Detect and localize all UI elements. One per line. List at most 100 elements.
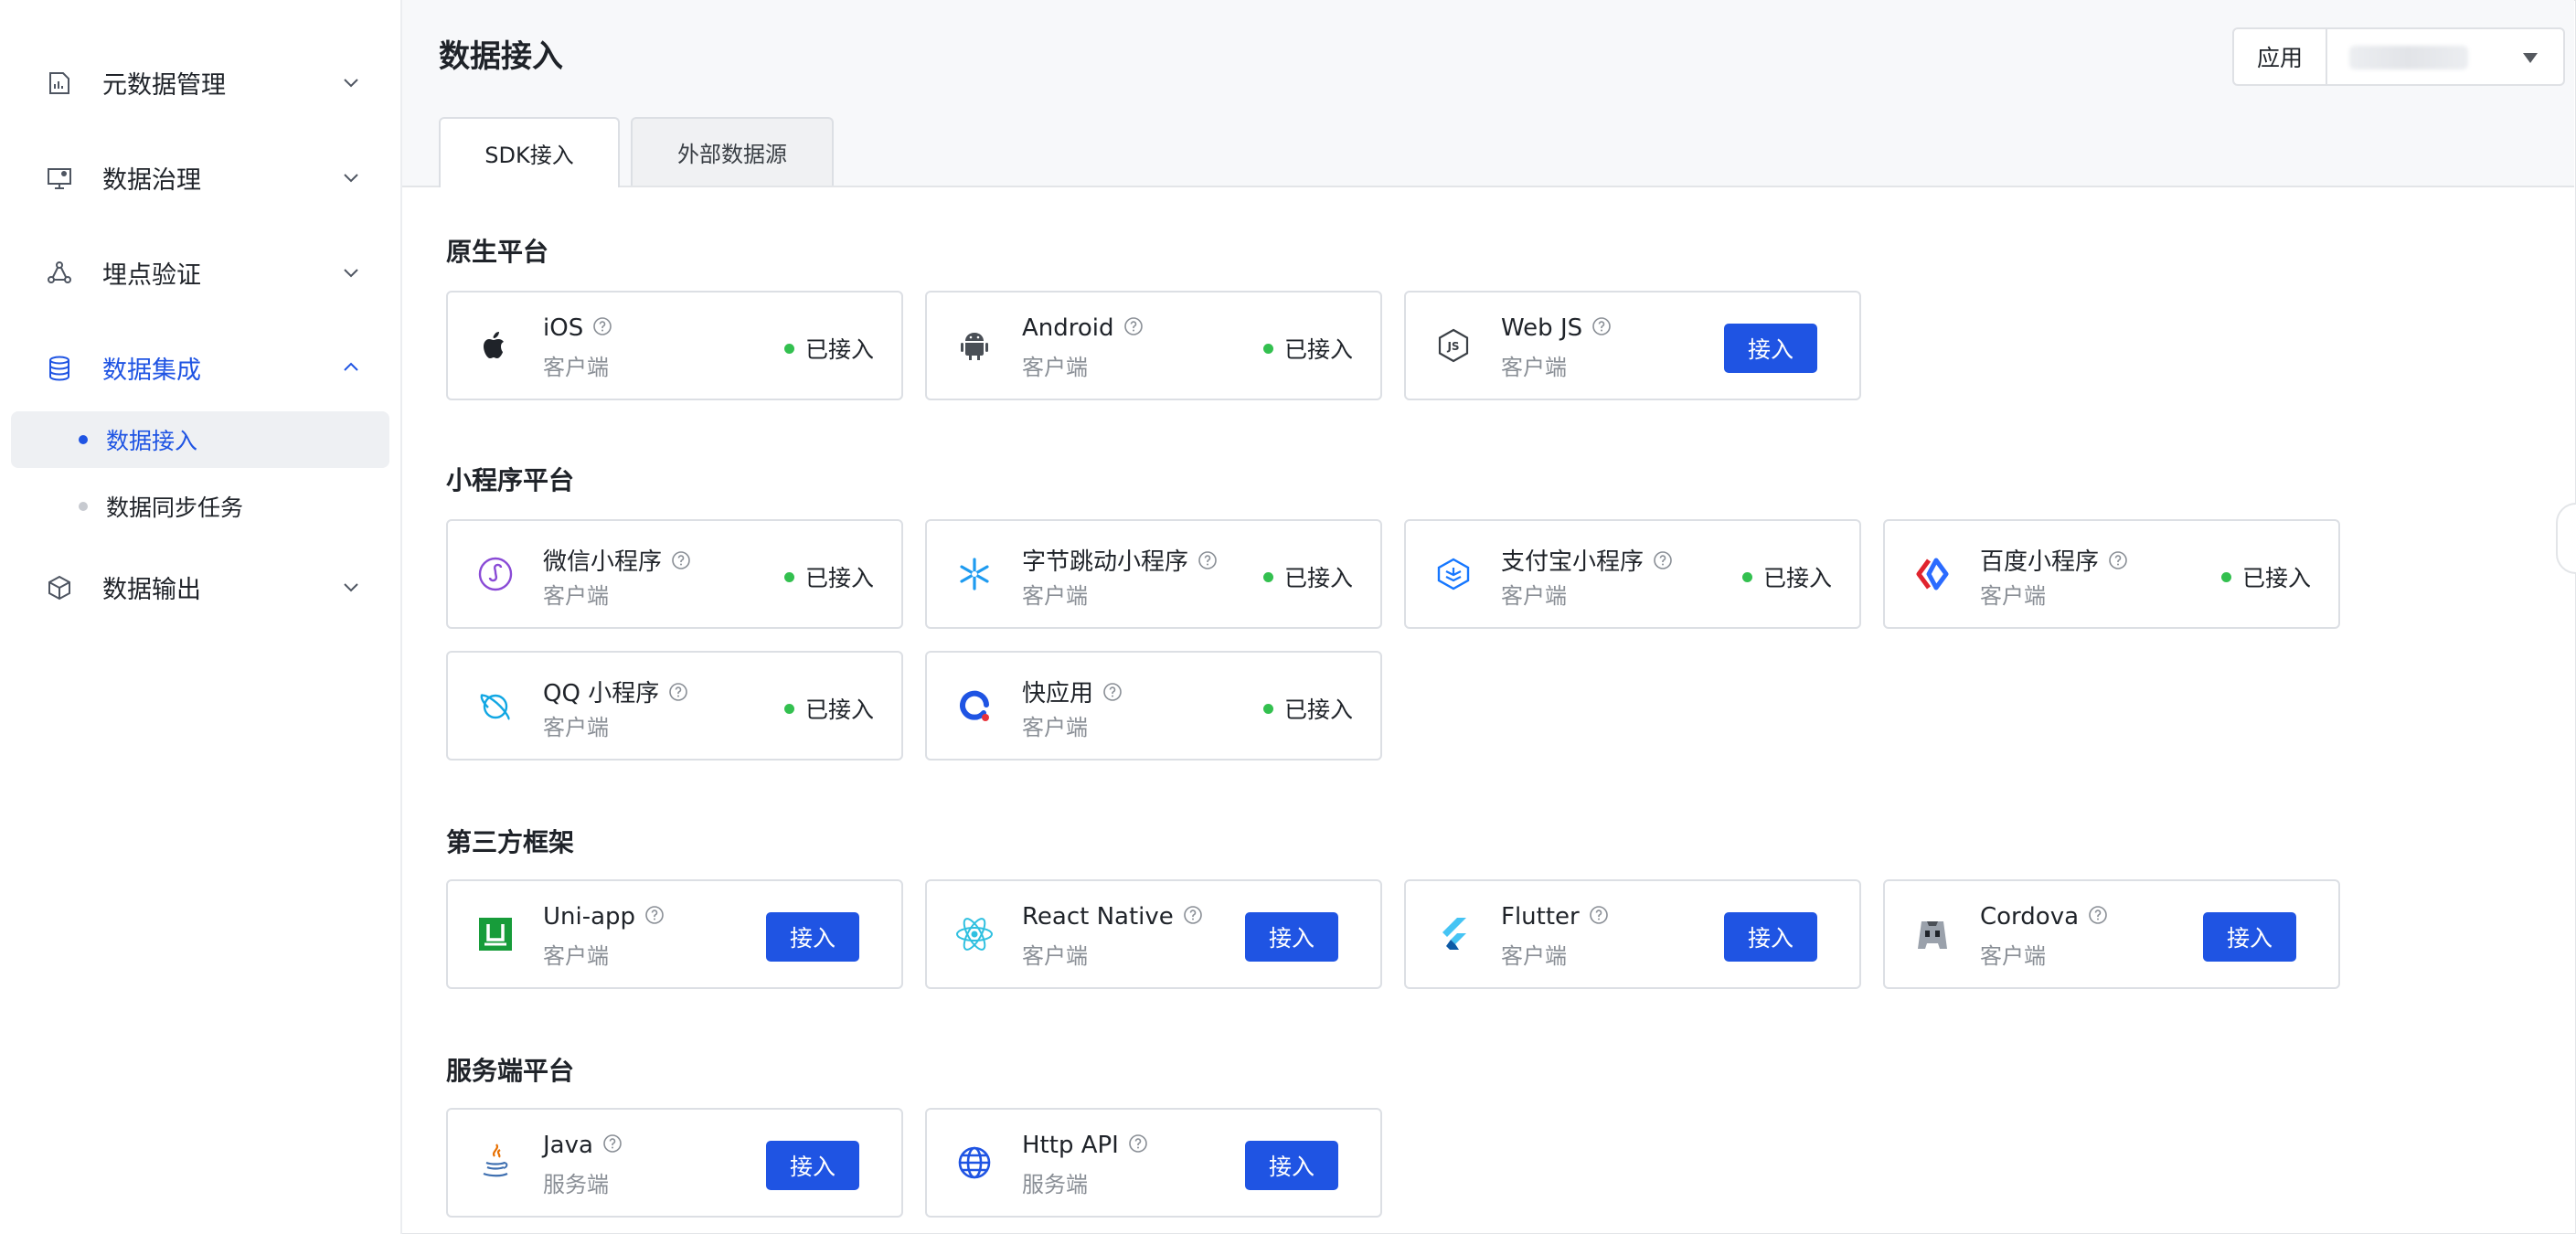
help-icon[interactable] [1591,316,1612,336]
help-icon[interactable] [1123,316,1144,336]
help-icon[interactable] [592,316,612,336]
card-type: 客户端 [1022,583,1088,609]
sidebar-item-data-integration[interactable]: 数据集成 [0,335,400,400]
tab-sdk[interactable]: SDK接入 [439,117,620,187]
connect-button[interactable]: 接入 [766,912,859,962]
help-icon[interactable] [1198,550,1218,570]
sidebar-subitem-label: 数据同步任务 [106,495,244,521]
card-type: 客户端 [543,355,609,380]
section-title-server: 服务端平台 [446,1056,575,1086]
react-icon [954,914,995,954]
status-connected: 已接入 [1262,332,1353,365]
sidebar-subitem-label: 数据接入 [106,428,198,454]
bytedance-miniprogram-icon [954,554,995,594]
card-type: 客户端 [1501,355,1567,380]
status-connected: 已接入 [1741,560,1832,593]
help-icon[interactable] [1653,550,1673,570]
sidebar-subitem-sync-tasks[interactable]: 数据同步任务 [11,478,389,535]
card-type: 客户端 [1501,943,1567,969]
status-dot [1262,571,1273,582]
section-title-miniprogram: 小程序平台 [446,465,575,495]
sidebar-item-governance[interactable]: 数据治理 [0,144,400,210]
card-name: Flutter [1501,903,1609,931]
connect-button[interactable]: 接入 [2203,912,2296,962]
card-name: Cordova [1980,903,2108,931]
help-icon[interactable] [1128,1133,1148,1154]
status-dot [2220,571,2231,582]
sdk-card-alipay: 支付宝小程序 客户端 已接入 [1404,519,1861,629]
help-icon[interactable] [644,905,665,925]
sidebar-item-label: 数据治理 [102,165,201,195]
help-icon[interactable] [2108,550,2128,570]
qq-miniprogram-icon [475,686,516,726]
database-icon [49,356,69,381]
card-type: 客户端 [1980,583,2046,609]
card-type: 客户端 [543,943,609,969]
sidebar-item-metadata[interactable]: 元数据管理 [0,49,400,115]
app-select-label: 应用 [2234,29,2327,84]
status-dot [783,343,794,354]
bullet-dot [79,502,88,511]
baidu-miniprogram-icon [1912,554,1953,594]
connect-button[interactable]: 接入 [1245,912,1338,962]
status-dot [783,703,794,714]
bullet-dot [79,435,88,444]
app-select-value[interactable] [2327,29,2563,84]
connect-button[interactable]: 接入 [1245,1141,1338,1190]
sdk-card-quickapp: 快应用 客户端 已接入 [925,651,1382,761]
card-type: 客户端 [1980,943,2046,969]
help-icon[interactable] [671,550,691,570]
sidebar-item-tracking-validation[interactable]: 埋点验证 [0,239,400,305]
card-type: 客户端 [543,583,609,609]
card-name: Uni-app [543,903,665,931]
section-title-native: 原生平台 [446,237,549,267]
help-icon[interactable] [2088,905,2108,925]
card-name: 快应用 [1022,675,1123,708]
android-icon [954,325,995,366]
nodejs-icon: JS [1433,325,1474,366]
help-icon[interactable] [1183,905,1203,925]
sdk-card-cordova: Cordova 客户端 接入 [1883,879,2340,989]
globe-icon [954,1143,995,1183]
card-name: Java [543,1132,623,1159]
sdk-card-ios: iOS 客户端 已接入 [446,291,903,400]
sdk-card-webjs: JS Web JS 客户端 接入 [1404,291,1861,400]
card-type: 客户端 [1022,355,1088,380]
card-name: React Native [1022,903,1203,931]
help-icon[interactable] [602,1133,623,1154]
sdk-card-bytedance: 字节跳动小程序 客户端 已接入 [925,519,1382,629]
sidebar-item-label: 数据输出 [102,575,201,604]
card-type: 服务端 [543,1172,609,1197]
sidebar-item-data-output[interactable]: 数据输出 [0,554,400,620]
cordova-icon [1912,914,1953,954]
sdk-card-qq: QQ 小程序 客户端 已接入 [446,651,903,761]
help-icon[interactable] [1589,905,1609,925]
sidebar-item-label: 元数据管理 [102,70,226,100]
status-connected: 已接入 [783,692,874,725]
tab-external-source[interactable]: 外部数据源 [631,117,834,186]
chevron-down-icon [344,269,358,278]
sidebar-subitem-data-ingest[interactable]: 数据接入 [11,411,389,468]
status-dot [1262,343,1273,354]
chevron-up-icon [344,362,358,371]
help-icon[interactable] [1102,682,1123,702]
quickapp-icon [954,686,995,726]
connect-button[interactable]: 接入 [1724,912,1817,962]
status-connected: 已接入 [1262,560,1353,593]
sidebar-item-label: 埋点验证 [102,261,201,290]
sidebar-item-label: 数据集成 [102,356,201,385]
flutter-icon [1433,914,1474,954]
connect-button[interactable]: 接入 [1724,324,1817,373]
card-type: 客户端 [1022,715,1088,740]
sdk-card-wechat: 微信小程序 客户端 已接入 [446,519,903,629]
app-select[interactable]: 应用 [2232,27,2565,86]
section-title-frameworks: 第三方框架 [446,827,575,857]
connect-button[interactable]: 接入 [766,1141,859,1190]
page-header: 数据接入 应用 SDK接入 外部数据源 [402,0,2574,187]
help-icon[interactable] [668,682,688,702]
card-name: 支付宝小程序 [1501,543,1673,577]
sdk-card-flutter: Flutter 客户端 接入 [1404,879,1861,989]
card-name: 百度小程序 [1980,543,2128,577]
chart-doc-icon [49,72,69,94]
side-panel-handle[interactable] [2556,503,2576,574]
